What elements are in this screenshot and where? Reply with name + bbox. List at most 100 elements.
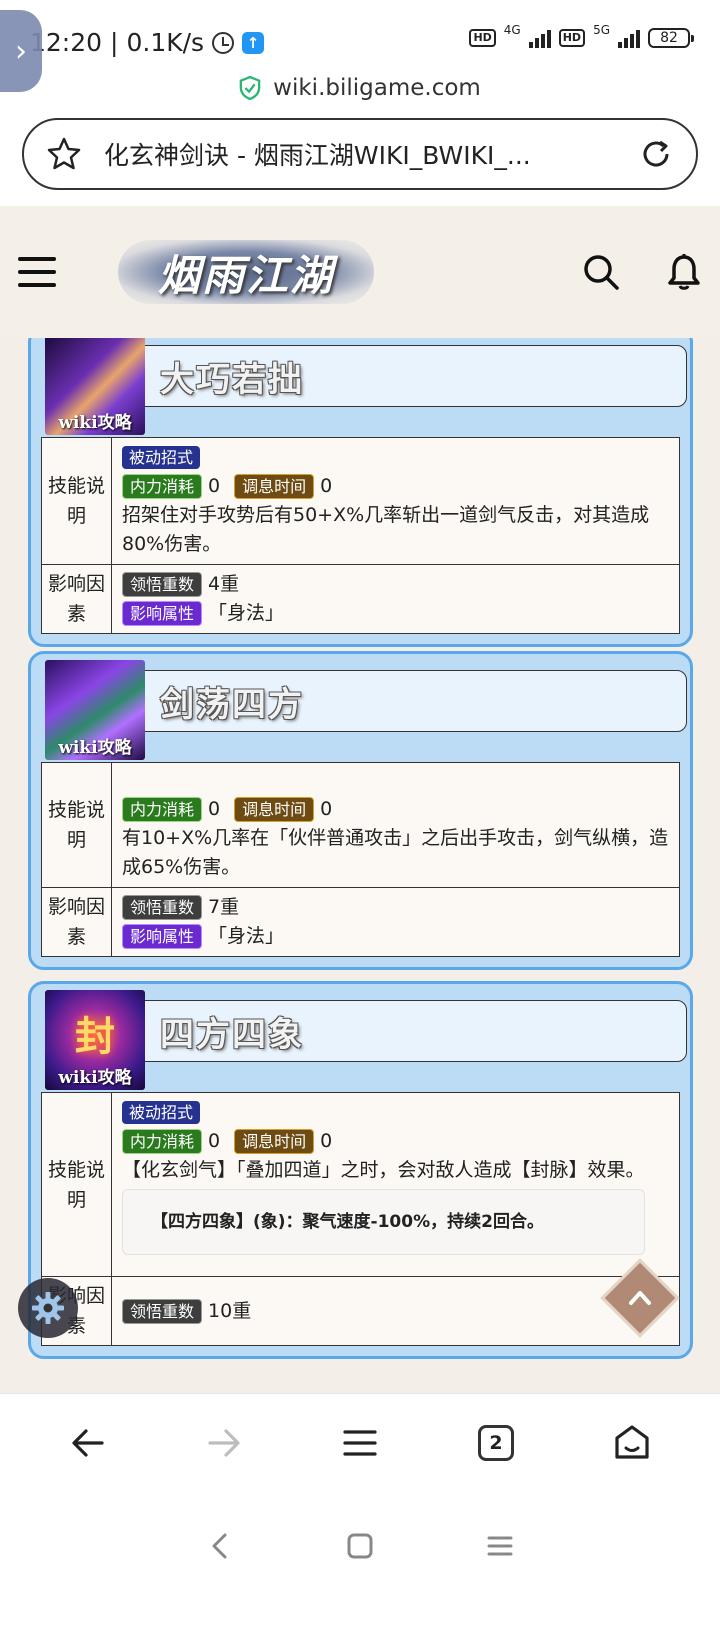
reload-icon[interactable] <box>638 136 674 172</box>
hd-icon-2: HD <box>558 29 586 47</box>
cd-value: 0 <box>320 798 333 820</box>
tag-line: 影响属性 「身法」 <box>122 922 669 951</box>
table-row: 影响因素 领悟重数 10重 <box>41 1276 680 1346</box>
mp-tag[interactable]: 内力消耗 <box>122 797 203 822</box>
shield-icon <box>239 76 261 100</box>
browser-toolbar: 2 <box>0 1393 720 1491</box>
skill-table: 技能说明 被动招式 内力消耗 0 调息时间 0 招架住对手攻势后有50+X%几率斩出一… <box>41 437 680 634</box>
system-back-icon[interactable] <box>205 1531 235 1561</box>
attribute-tag[interactable]: 影响属性 <box>122 924 203 949</box>
menu-lines-icon <box>343 1429 377 1456</box>
url-domain[interactable]: wiki.biligame.com <box>273 75 481 101</box>
arrow-right-icon <box>208 1428 240 1457</box>
tag-line: 领悟重数 10重 <box>122 1297 669 1326</box>
skill-title-box: 大巧若拙 <box>131 345 687 407</box>
home-icon <box>615 1424 649 1459</box>
attribute-value: 「身法」 <box>208 602 285 624</box>
site-logo[interactable]: 烟雨江湖 <box>118 232 374 312</box>
network-type-2: 5G <box>593 23 610 37</box>
signal-icon-2 <box>618 28 640 48</box>
system-home-icon[interactable] <box>345 1531 375 1561</box>
comprehension-value: 4重 <box>208 573 240 595</box>
skill-name: 剑荡四方 <box>160 684 304 725</box>
tag-line: 被动招式 <box>122 1098 669 1127</box>
settings-button[interactable] <box>18 1278 78 1338</box>
factor-cell: 领悟重数 7重 影响属性 「身法」 <box>111 887 680 957</box>
search-icon[interactable] <box>582 253 620 291</box>
skill-name: 四方四象 <box>160 1014 304 1055</box>
table-row: 技能说明 被动招式 内力消耗 0 调息时间 0 【化玄剑气】「叠加四道」之时，会对敌人… <box>41 1092 680 1277</box>
factor-cell: 领悟重数 4重 影响属性 「身法」 <box>111 564 680 634</box>
address-bar[interactable]: 化玄神剑诀 - 烟雨江湖WIKI_BWIKI_... <box>22 118 698 190</box>
passive-tag[interactable]: 被动招式 <box>122 1101 201 1124</box>
menu-icon[interactable] <box>18 257 56 287</box>
hd-icon: HD <box>469 29 496 47</box>
mp-tag[interactable]: 内力消耗 <box>122 1129 203 1154</box>
mp-value: 0 <box>208 475 221 497</box>
skill-description: 有10+X%几率在「伙伴普通攻击」之后出手攻击，剑气纵横，造成65%伤害。 <box>122 827 669 878</box>
skill-description: 招架住对手攻势后有50+X%几率斩出一道剑气反击，对其造成80%伤害。 <box>122 504 650 555</box>
comprehension-tag[interactable]: 领悟重数 <box>122 895 203 920</box>
skill-table: 技能说明 被动招式 内力消耗 0 调息时间 0 【化玄剑气】「叠加四道」之时，会对敌人… <box>41 1092 680 1346</box>
attribute-value: 「身法」 <box>208 925 285 947</box>
skill-icon-1[interactable]: wiki攻略 <box>45 338 145 435</box>
table-row: 影响因素 领悟重数 7重 影响属性 「身法」 <box>41 887 680 957</box>
system-navigation <box>0 1491 720 1640</box>
skill-icon-2[interactable]: wiki攻略 <box>45 660 145 760</box>
cd-tag[interactable]: 调息时间 <box>234 474 315 499</box>
status-right: HD 4G HD 5G 82 <box>469 23 694 48</box>
tag-line: 内力消耗 0 调息时间 0 <box>122 795 669 824</box>
cd-value: 0 <box>320 1130 333 1152</box>
attribute-tag[interactable]: 影响属性 <box>122 601 203 626</box>
mp-value: 0 <box>208 1130 221 1152</box>
desc-cell: 被动招式 内力消耗 0 调息时间 0 招架住对手攻势后有50+X%几率斩出一道剑气反击… <box>111 437 680 565</box>
skill-card-2: wiki攻略 剑荡四方 技能说明 内力消耗 0 调息时间 0 有10+X%几率在「伙伴… <box>28 651 693 970</box>
desc-label: 技能说明 <box>41 762 112 888</box>
tag-line: 内力消耗 0 调息时间 0 <box>122 1127 669 1156</box>
upload-icon: ↑ <box>242 31 265 54</box>
skill-name: 大巧若拙 <box>160 359 304 400</box>
desc-label: 技能说明 <box>41 437 112 565</box>
cd-value: 0 <box>320 475 333 497</box>
page-title[interactable]: 化玄神剑诀 - 烟雨江湖WIKI_BWIKI_... <box>104 136 638 172</box>
forward-button[interactable] <box>194 1413 254 1473</box>
skill-icon-3[interactable]: 封 wiki攻略 <box>45 990 145 1090</box>
skill-title-box: 四方四象 <box>131 1000 687 1062</box>
tag-line: 被动招式 <box>122 443 669 472</box>
watermark: wiki攻略 <box>58 738 132 758</box>
bell-icon[interactable] <box>666 253 702 291</box>
skill-card-header: wiki攻略 大巧若拙 <box>41 338 687 437</box>
comprehension-value: 7重 <box>208 896 240 918</box>
comprehension-value: 10重 <box>208 1299 252 1322</box>
desc-cell: 内力消耗 0 调息时间 0 有10+X%几率在「伙伴普通攻击」之后出手攻击，剑气纵横，… <box>111 762 680 888</box>
side-expand-tab[interactable]: › <box>0 10 42 92</box>
network-speed: 0.1K/s <box>126 28 205 57</box>
skill-title-box: 剑荡四方 <box>131 670 687 732</box>
home-button[interactable] <box>602 1413 662 1473</box>
address-area: 化玄神剑诀 - 烟雨江湖WIKI_BWIKI_... <box>0 108 720 206</box>
chevron-up-icon <box>629 1291 651 1305</box>
tabs-button[interactable]: 2 <box>466 1413 526 1473</box>
factor-label: 影响因素 <box>41 564 112 634</box>
back-button[interactable] <box>58 1413 118 1473</box>
mp-tag[interactable]: 内力消耗 <box>122 474 203 499</box>
desc-label: 技能说明 <box>41 1092 112 1277</box>
table-row: 影响因素 领悟重数 4重 影响属性 「身法」 <box>41 564 680 634</box>
passive-tag[interactable]: 被动招式 <box>122 446 201 469</box>
cd-tag[interactable]: 调息时间 <box>234 797 315 822</box>
effect-box: 【四方四象】(象)：聚气速度-100%，持续2回合。 <box>122 1189 645 1255</box>
comprehension-tag[interactable]: 领悟重数 <box>122 572 203 597</box>
tag-line: 内力消耗 0 调息时间 0 <box>122 472 669 501</box>
tag-line: 影响属性 「身法」 <box>122 599 669 628</box>
skill-card-3: 封 wiki攻略 四方四象 技能说明 被动招式 内力消耗 0 调息时间 0 【化玄剑气… <box>28 981 693 1359</box>
star-icon[interactable] <box>46 136 82 172</box>
skill-card-header: wiki攻略 剑荡四方 <box>41 654 687 762</box>
comprehension-tag[interactable]: 领悟重数 <box>122 1298 203 1324</box>
arrow-left-icon <box>72 1428 104 1457</box>
table-row: 技能说明 被动招式 内力消耗 0 调息时间 0 招架住对手攻势后有50+X%几率斩出一… <box>41 437 680 565</box>
menu-button[interactable] <box>330 1413 390 1473</box>
alarm-icon <box>212 31 235 54</box>
signal-icon <box>528 28 551 48</box>
system-menu-icon[interactable] <box>485 1531 515 1561</box>
cd-tag[interactable]: 调息时间 <box>234 1129 315 1154</box>
